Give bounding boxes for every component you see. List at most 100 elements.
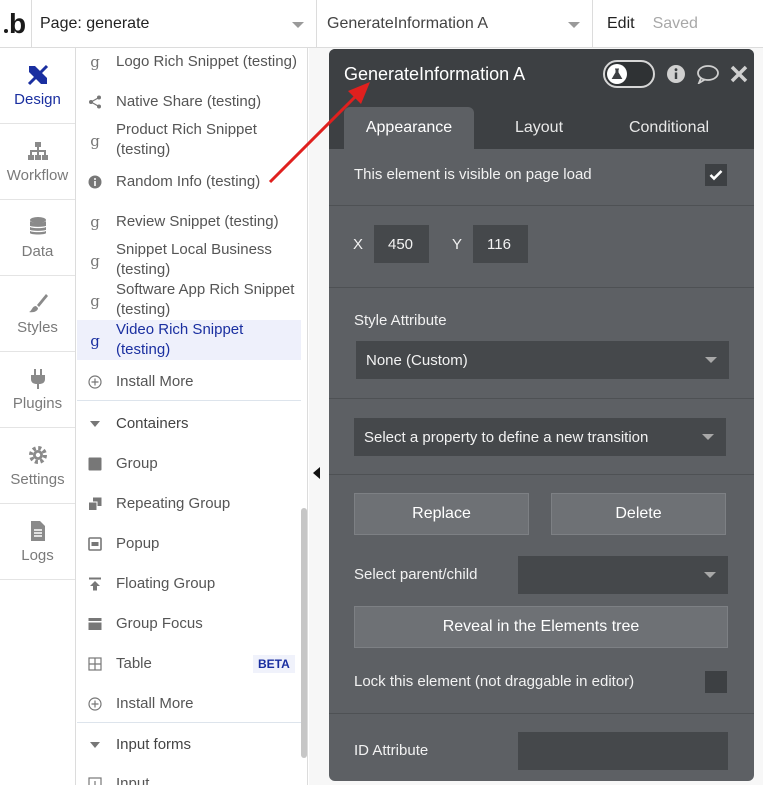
- nav-label: Logs: [21, 547, 54, 564]
- palette-item-label: Group: [116, 455, 158, 472]
- nav-logs[interactable]: Logs: [0, 504, 75, 580]
- id-attribute-input[interactable]: [518, 732, 728, 770]
- table-icon: [87, 656, 103, 672]
- debug-toggle[interactable]: [603, 60, 655, 88]
- edit-menu[interactable]: Edit: [607, 15, 635, 33]
- palette-item-group[interactable]: Group: [77, 452, 301, 476]
- palette-item-table[interactable]: Table BETA: [77, 652, 301, 676]
- floating-group-icon: [87, 576, 103, 592]
- nav-styles[interactable]: Styles: [0, 276, 75, 352]
- group-icon: [87, 456, 103, 472]
- nav-label: Settings: [10, 471, 65, 488]
- palette-item-popup[interactable]: Popup: [77, 532, 301, 556]
- chevron-down-icon: [704, 572, 716, 578]
- palette-item-label: Input: [116, 775, 150, 785]
- nav-settings[interactable]: Settings: [0, 428, 75, 504]
- lock-element-checkbox[interactable]: [705, 671, 727, 693]
- palette-section-containers[interactable]: Containers: [77, 412, 301, 436]
- row-divider: [329, 474, 754, 475]
- palette-item-input[interactable]: Input: [77, 772, 301, 785]
- flask-icon: [607, 64, 627, 84]
- delete-button-label: Delete: [615, 505, 662, 522]
- nav-design[interactable]: Design: [0, 48, 75, 124]
- plug-icon: [30, 369, 45, 389]
- palette-item-group-focus[interactable]: Group Focus: [77, 612, 301, 636]
- element-selector[interactable]: GenerateInformation A: [316, 0, 592, 48]
- property-tabs: Appearance Layout Conditional: [329, 99, 754, 149]
- palette-scrollbar[interactable]: [301, 508, 307, 758]
- visible-on-load-label: This element is visible on page load: [354, 166, 592, 183]
- nav-data[interactable]: Data: [0, 200, 75, 276]
- reveal-button-label: Reveal in the Elements tree: [442, 618, 640, 635]
- palette-item-label: Logo Rich Snippet (testing): [116, 53, 297, 70]
- palette-item-label: Table: [116, 655, 152, 672]
- row-divider: [329, 398, 754, 399]
- share-icon: [87, 94, 103, 110]
- nav-label: Plugins: [12, 395, 63, 412]
- y-input[interactable]: 116: [473, 225, 528, 263]
- palette-install-more-plugins[interactable]: Install More: [77, 370, 301, 394]
- nav-plugins[interactable]: Plugins: [0, 352, 75, 428]
- logo-letter: b: [8, 8, 27, 39]
- tab-label: Layout: [514, 119, 564, 136]
- bubble-logo[interactable]: b: [0, 0, 30, 48]
- parent-child-label: Select parent/child: [354, 566, 478, 583]
- workflow-icon: [27, 142, 48, 160]
- visible-on-load-checkbox[interactable]: [705, 164, 727, 186]
- row-divider: [329, 713, 754, 714]
- palette-item-snippet-local-business[interactable]: g Snippet Local Business (testing): [77, 240, 301, 280]
- collapse-palette-icon[interactable]: [313, 467, 320, 479]
- transition-dropdown-placeholder: Select a property to define a new transi…: [364, 428, 649, 446]
- tab-layout[interactable]: Layout: [474, 107, 604, 149]
- tab-appearance[interactable]: Appearance: [344, 107, 474, 149]
- g-icon: g: [90, 53, 100, 71]
- info-icon[interactable]: [666, 64, 686, 84]
- palette-item-logo-rich-snippet[interactable]: g Logo Rich Snippet (testing): [77, 50, 301, 74]
- brush-icon: [28, 294, 48, 313]
- style-dropdown[interactable]: None (Custom): [356, 341, 729, 379]
- page-selector[interactable]: Page: generate: [31, 0, 316, 48]
- palette-item-software-app-rich-snippet[interactable]: g Software App Rich Snippet (testing): [77, 280, 301, 320]
- palette-item-label: Snippet Local Business (testing): [116, 241, 272, 278]
- palette-item-label: Install More: [116, 373, 194, 390]
- tab-label: Appearance: [365, 119, 453, 136]
- g-icon: g: [90, 332, 100, 350]
- property-editor: GenerateInformation A Appearance Layout …: [329, 49, 754, 781]
- palette-item-label: Group Focus: [116, 615, 203, 632]
- left-nav: Design Workflow Data Styles Plugins Sett…: [0, 48, 76, 785]
- id-attribute-label: ID Attribute: [354, 742, 429, 759]
- palette-item-floating-group[interactable]: Floating Group: [77, 572, 301, 596]
- palette-item-repeating-group[interactable]: Repeating Group: [77, 492, 301, 516]
- palette-item-review-snippet[interactable]: g Review Snippet (testing): [77, 210, 301, 234]
- reveal-in-tree-button[interactable]: Reveal in the Elements tree: [354, 606, 728, 648]
- palette-item-label: Product Rich Snippet (testing): [116, 121, 257, 158]
- x-input[interactable]: 450: [374, 225, 429, 263]
- palette-item-native-share[interactable]: Native Share (testing): [77, 90, 301, 114]
- caret-down-icon: [87, 416, 103, 432]
- delete-button[interactable]: Delete: [551, 493, 726, 535]
- palette-item-label: Repeating Group: [116, 495, 231, 512]
- replace-button[interactable]: Replace: [354, 493, 529, 535]
- palette-item-label: Random Info (testing): [116, 173, 261, 190]
- palette-divider: [77, 722, 301, 723]
- palette-item-label: Video Rich Snippet (testing): [116, 321, 244, 358]
- parent-child-dropdown[interactable]: [518, 556, 728, 594]
- palette-install-more-containers[interactable]: Install More: [77, 692, 301, 716]
- y-label: Y: [452, 236, 463, 253]
- tab-conditional[interactable]: Conditional: [604, 107, 734, 149]
- property-editor-header[interactable]: GenerateInformation A: [329, 49, 754, 99]
- page-selector-label: Page: generate: [40, 15, 150, 32]
- palette-section-input-forms[interactable]: Input forms: [77, 733, 301, 757]
- row-divider: [329, 287, 754, 288]
- comment-icon[interactable]: [696, 64, 720, 84]
- transition-dropdown[interactable]: Select a property to define a new transi…: [354, 418, 726, 456]
- chevron-down-icon: [702, 434, 714, 440]
- close-icon[interactable]: [729, 64, 749, 84]
- palette-item-video-rich-snippet[interactable]: g Video Rich Snippet (testing): [77, 320, 301, 360]
- info-icon: [87, 174, 103, 190]
- palette-item-random-info[interactable]: Random Info (testing): [77, 170, 301, 194]
- chevron-down-icon: [292, 22, 304, 28]
- nav-workflow[interactable]: Workflow: [0, 124, 75, 200]
- palette-item-product-rich-snippet[interactable]: g Product Rich Snippet (testing): [77, 120, 301, 160]
- repeating-group-icon: [87, 496, 103, 512]
